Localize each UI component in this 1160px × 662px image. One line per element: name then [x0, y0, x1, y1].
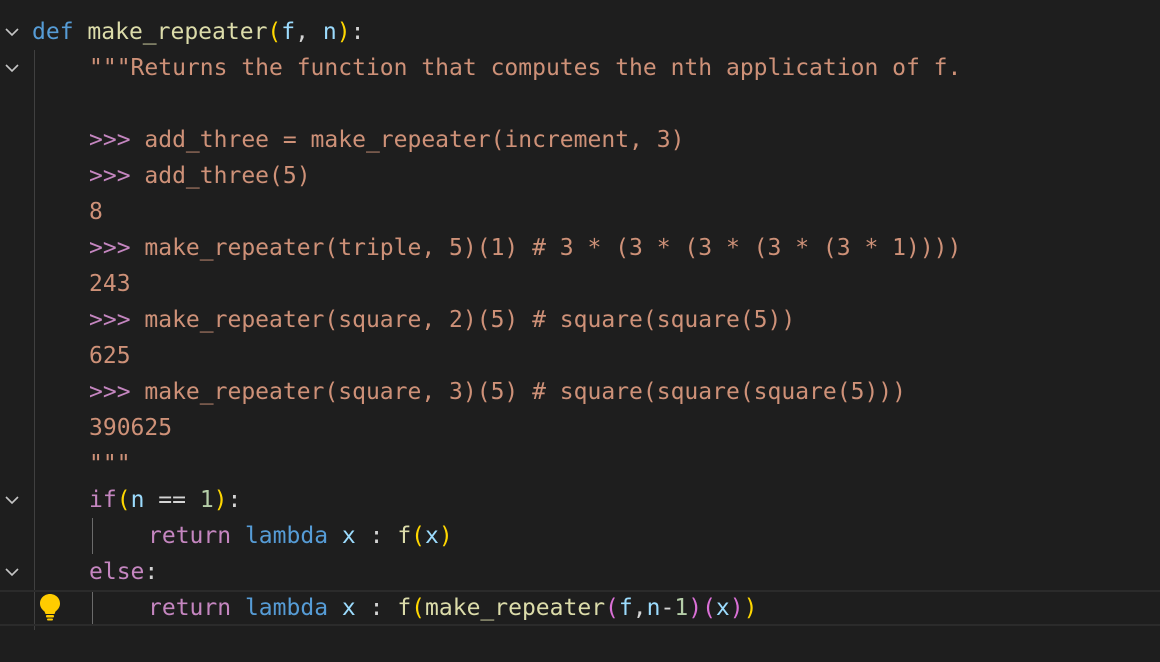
docstring-text: add_three(5): [130, 163, 311, 189]
code-line-9[interactable]: >>> make_repeater(square, 2)(5) # square…: [0, 302, 1160, 338]
code-line-16[interactable]: else:: [0, 554, 1160, 590]
variable: n: [130, 487, 145, 513]
punctuation: ,: [295, 19, 323, 45]
bracket: (: [605, 595, 619, 621]
code-line-12[interactable]: 390625: [0, 410, 1160, 446]
number: 1: [199, 487, 214, 513]
keyword-if: if: [89, 487, 117, 513]
docstring-text: make_repeater(triple, 5)(1) # 3 * (3 * (…: [130, 235, 962, 261]
function-call: make_repeater: [425, 595, 606, 621]
operator: ==: [144, 487, 200, 513]
code-line-8[interactable]: 243: [0, 266, 1160, 302]
chevron-down-icon[interactable]: [0, 50, 24, 86]
chevron-down-icon[interactable]: [0, 14, 24, 50]
code-line-10[interactable]: 625: [0, 338, 1160, 374]
docstring-text: 8: [89, 199, 103, 225]
code-line-3[interactable]: [0, 86, 1160, 122]
keyword-def: def: [32, 19, 74, 45]
bracket: ): [729, 595, 744, 621]
keyword-else: else: [89, 559, 145, 585]
docstring-text: """Returns the function that computes th…: [89, 55, 962, 81]
chevron-down-icon[interactable]: [0, 482, 24, 518]
parameter: x: [341, 595, 356, 621]
keyword-return: return: [148, 523, 232, 549]
lightbulb-icon[interactable]: [37, 592, 63, 622]
punctuation: ,: [632, 595, 647, 621]
docstring-text: add_three = make_repeater(increment, 3): [130, 127, 685, 153]
operator: -: [660, 595, 675, 621]
code-line-17[interactable]: return lambda x : f(make_repeater(f,n-1)…: [0, 590, 1160, 626]
punctuation: :: [144, 559, 159, 585]
argument: x: [425, 523, 439, 549]
docstring-text: make_repeater(square, 2)(5) # square(squ…: [130, 307, 796, 333]
doctest-prompt: >>>: [89, 307, 131, 333]
docstring-close: """: [89, 451, 131, 477]
code-line-1[interactable]: def make_repeater(f, n):: [0, 14, 1160, 50]
bracket: (: [411, 595, 426, 621]
code-line-7[interactable]: >>> make_repeater(triple, 5)(1) # 3 * (3…: [0, 230, 1160, 266]
doctest-prompt: >>>: [89, 235, 131, 261]
bracket: (: [267, 19, 282, 45]
chevron-down-icon[interactable]: [0, 554, 24, 590]
bracket: ): [743, 595, 758, 621]
number: 1: [674, 595, 689, 621]
code-line-13[interactable]: """: [0, 446, 1160, 482]
code-line-11[interactable]: >>> make_repeater(square, 3)(5) # square…: [0, 374, 1160, 410]
bracket: (: [411, 523, 426, 549]
argument: f: [618, 595, 633, 621]
function-name: make_repeater: [87, 19, 268, 45]
parameter: n: [322, 19, 337, 45]
docstring-text: 390625: [89, 415, 173, 441]
doctest-prompt: >>>: [89, 127, 131, 153]
bracket: ): [438, 523, 453, 549]
code-line-2[interactable]: """Returns the function that computes th…: [0, 50, 1160, 86]
argument: n: [646, 595, 661, 621]
docstring-text: make_repeater(square, 3)(5) # square(squ…: [130, 379, 906, 405]
bracket: ): [336, 19, 351, 45]
code-line-14[interactable]: if(n == 1):: [0, 482, 1160, 518]
bracket: ): [213, 487, 228, 513]
code-line-15[interactable]: return lambda x : f(x): [0, 518, 1160, 554]
keyword-return: return: [148, 595, 232, 621]
parameter: x: [341, 523, 356, 549]
code-line-5[interactable]: >>> add_three(5): [0, 158, 1160, 194]
function-call: f: [397, 595, 412, 621]
bracket: ): [688, 595, 703, 621]
docstring-text: 243: [89, 271, 131, 297]
keyword-lambda: lambda: [244, 595, 329, 621]
code-editor[interactable]: def make_repeater(f, n): """Returns the …: [0, 0, 1160, 662]
code-line-6[interactable]: 8: [0, 194, 1160, 230]
docstring-text: 625: [89, 343, 131, 369]
doctest-prompt: >>>: [89, 379, 131, 405]
argument: x: [715, 595, 730, 621]
keyword-lambda: lambda: [244, 523, 329, 549]
parameter: f: [281, 19, 296, 45]
bracket: (: [702, 595, 716, 621]
function-call: f: [397, 523, 412, 549]
punctuation: :: [355, 523, 398, 549]
punctuation: :: [355, 595, 398, 621]
code-line-4[interactable]: >>> add_three = make_repeater(increment,…: [0, 122, 1160, 158]
bracket: (: [116, 487, 131, 513]
doctest-prompt: >>>: [89, 163, 131, 189]
punctuation: :: [227, 487, 242, 513]
punctuation: :: [350, 19, 365, 45]
